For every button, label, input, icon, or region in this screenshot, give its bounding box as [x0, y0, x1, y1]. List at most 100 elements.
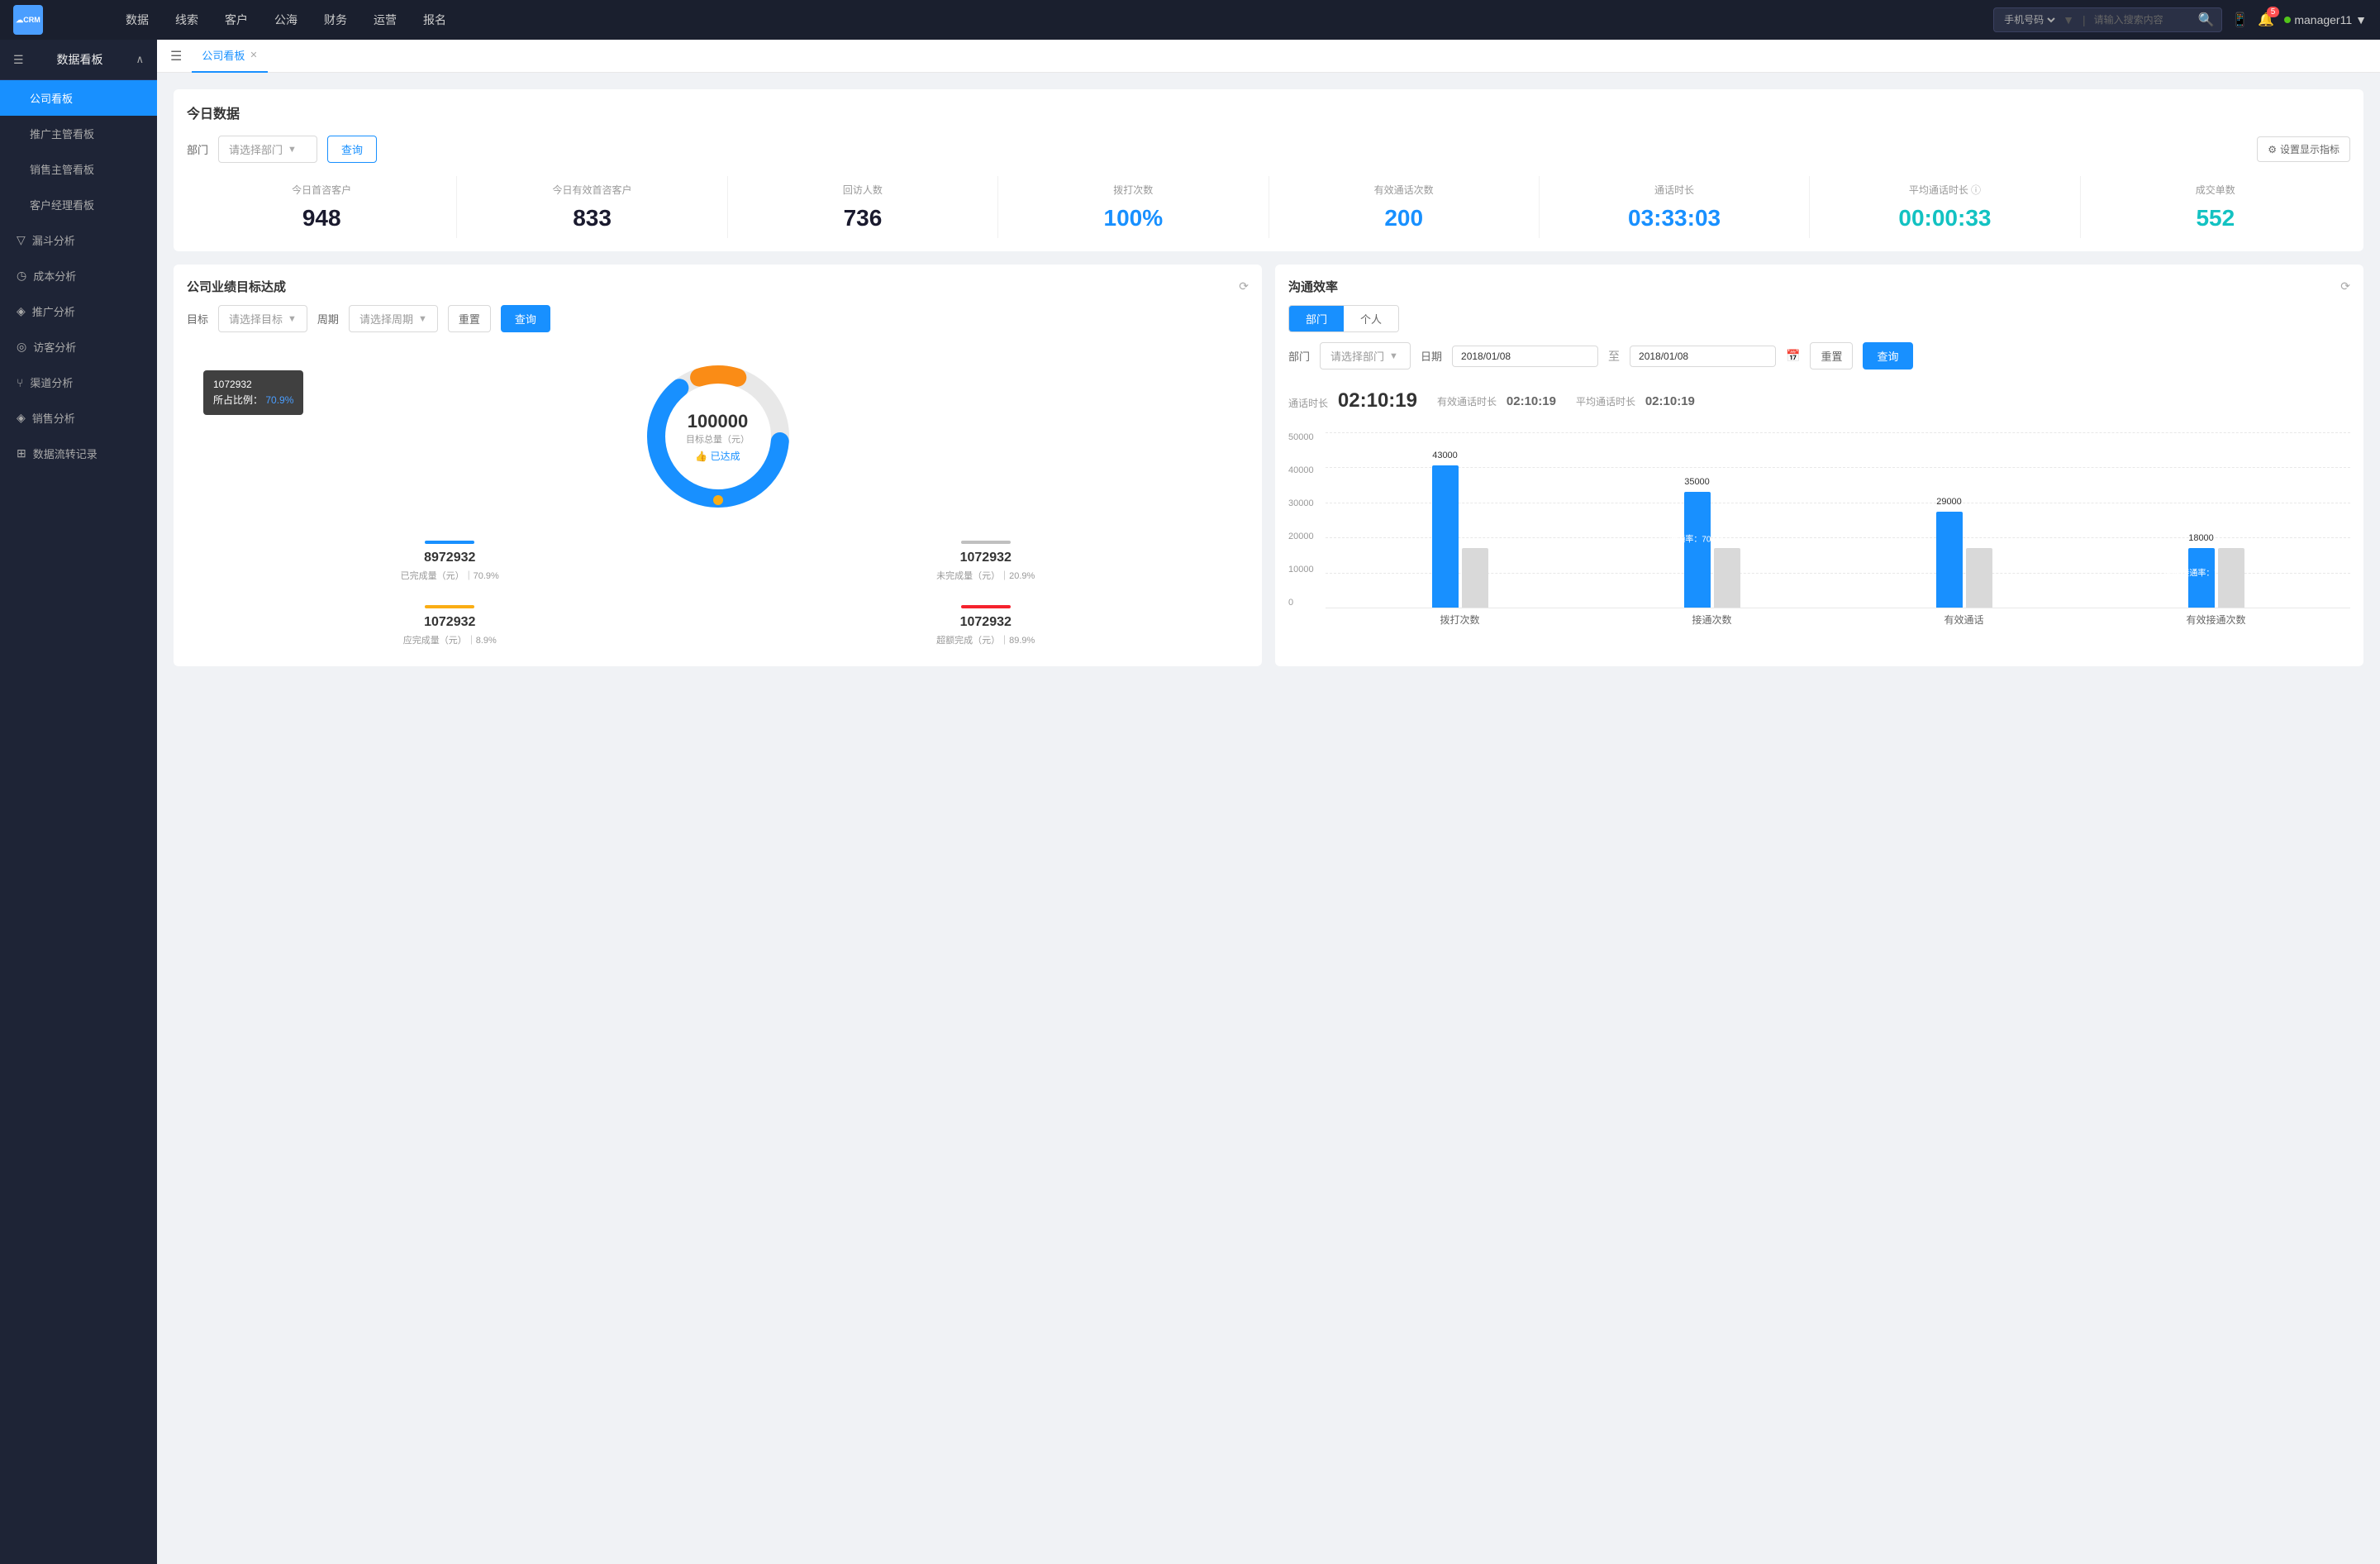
sidebar-item-label: 推广主管看板	[30, 126, 94, 141]
period-label: 周期	[317, 311, 339, 327]
nav-leads[interactable]: 线索	[162, 0, 212, 40]
sidebar-item-data-flow[interactable]: ⊞ 数据流转记录	[0, 436, 157, 471]
bar-group-3: 18000 有效接通率：70.9%	[2090, 432, 2342, 608]
today-section-title: 今日数据	[187, 103, 2350, 122]
nav-data[interactable]: 数据	[112, 0, 162, 40]
comm-date-to[interactable]	[1630, 346, 1776, 367]
nav-finance[interactable]: 财务	[311, 0, 360, 40]
goal-stat-1: 1072932 未完成量（元）｜20.9%	[723, 534, 1250, 589]
stat-label-4: 有效通话次数	[1276, 183, 1532, 197]
stat-item-2: 回访人数 736	[728, 176, 998, 238]
comm-panel-header: 沟通效率 ⟳	[1288, 278, 2350, 295]
sales-icon: ◈	[17, 411, 26, 425]
y-label-2: 20000	[1288, 532, 1326, 541]
search-icon[interactable]: 🔍	[2198, 12, 2215, 28]
nav-right: 手机号码 ▼ | 🔍 📱 🔔 5 manager11 ▼	[1993, 7, 2367, 32]
x-label-3: 有效接通次数	[2090, 613, 2342, 627]
sidebar-collapse-icon[interactable]: ∧	[136, 53, 144, 66]
stat-label-2: 回访人数	[735, 183, 991, 197]
search-input[interactable]	[2094, 14, 2193, 26]
bar-2-1-rect	[1966, 548, 1992, 608]
dept-label: 部门	[187, 141, 208, 157]
sidebar-item-label: 漏斗分析	[32, 232, 75, 248]
sidebar-expand-icon[interactable]: ☰	[13, 53, 24, 67]
stat-value-3: 100%	[1005, 205, 1261, 231]
tooltip-value: 1072932	[213, 377, 293, 393]
comm-dept-label: 部门	[1288, 348, 1310, 364]
sidebar-item-company-board[interactable]: 公司看板	[0, 80, 157, 116]
sidebar-item-label: 数据流转记录	[33, 446, 98, 461]
goal-refresh-icon[interactable]: ⟳	[1239, 279, 1249, 293]
goal-stat-value-3: 1072932	[730, 615, 1243, 630]
sidebar-item-promotion-mgr[interactable]: 推广主管看板	[0, 116, 157, 151]
search-type-select[interactable]: 手机号码	[2001, 13, 2058, 26]
comm-filter-row: 部门 请选择部门 ▼ 日期 至 📅 重置 查询	[1288, 342, 2350, 370]
bar-2-1	[1966, 548, 1992, 608]
comm-query-btn[interactable]: 查询	[1863, 342, 1912, 370]
bar-chart-inner: 50000 40000 30000 20000 10000 0	[1288, 432, 2350, 631]
sidebar-item-sales[interactable]: ◈ 销售分析	[0, 400, 157, 436]
tabs-bar: ☰ 公司看板 ✕	[157, 40, 2380, 73]
goal-query-btn[interactable]: 查询	[501, 305, 550, 332]
x-axis-labels: 拨打次数 接通次数 有效通话 有效接通次数	[1326, 608, 2350, 631]
comm-date-from[interactable]	[1452, 346, 1598, 367]
sidebar-item-channel[interactable]: ⑂ 渠道分析	[0, 365, 157, 400]
username: manager11	[2294, 13, 2352, 26]
logo: ☁CRM	[13, 5, 96, 35]
sidebar-item-visitor[interactable]: ◎ 访客分析	[0, 329, 157, 365]
period-select[interactable]: 请选择周期 ▼	[349, 305, 438, 332]
dept-select[interactable]: 请选择部门 ▼	[218, 136, 317, 163]
sidebar-item-cost[interactable]: ◷ 成本分析	[0, 258, 157, 293]
tooltip-percent-label: 所占比例：	[213, 394, 263, 406]
goal-stat-label-2: 应完成量（元）｜8.9%	[193, 633, 707, 646]
goal-select[interactable]: 请选择目标 ▼	[218, 305, 307, 332]
comm-reset-btn[interactable]: 重置	[1810, 342, 1853, 370]
tab-menu-icon[interactable]: ☰	[170, 48, 182, 64]
sidebar-item-customer-mgr[interactable]: 客户经理看板	[0, 187, 157, 222]
nav-register[interactable]: 报名	[410, 0, 459, 40]
goal-stat-bar-0	[425, 541, 474, 544]
notification-bell[interactable]: 🔔 5	[2258, 12, 2274, 28]
settings-display-btn[interactable]: ⚙ 设置显示指标	[2257, 136, 2350, 162]
tab-close-icon[interactable]: ✕	[250, 50, 257, 60]
sidebar-item-label: 公司看板	[30, 90, 73, 106]
date-separator: 至	[1608, 348, 1620, 365]
goal-stat-bar-2	[425, 605, 474, 608]
today-query-btn[interactable]: 查询	[327, 136, 377, 163]
comm-dept-select[interactable]: 请选择部门 ▼	[1320, 342, 1411, 370]
comm-toggle-group: 部门 个人	[1288, 305, 1399, 332]
stat-label-3: 拨打次数	[1005, 183, 1261, 197]
stat-value-2: 736	[735, 205, 991, 231]
nav-public[interactable]: 公海	[261, 0, 311, 40]
goal-panel: 公司业绩目标达成 ⟳ 目标 请选择目标 ▼ 周期 请选择周期 ▼	[174, 265, 1262, 666]
sidebar-item-label: 销售主管看板	[30, 161, 94, 177]
goal-stat-value-0: 8972932	[193, 551, 707, 565]
bar-1-0: 35000 接通率：70.9%	[1684, 492, 1711, 608]
toggle-dept-btn[interactable]: 部门	[1289, 306, 1344, 331]
sidebar-item-label: 客户经理看板	[30, 197, 94, 212]
data-flow-icon: ⊞	[17, 446, 26, 460]
sidebar-header: ☰ 数据看板 ∧	[0, 40, 157, 80]
sidebar-item-promotion[interactable]: ◈ 推广分析	[0, 293, 157, 329]
device-icon[interactable]: 📱	[2232, 12, 2249, 28]
comm-refresh-icon[interactable]: ⟳	[2340, 279, 2350, 293]
bar-2-0: 29000	[1936, 512, 1963, 608]
comm-stats-row: 通话时长 02:10:19 有效通话时长 02:10:19 平均通话时长 02:…	[1288, 383, 2350, 419]
goal-reset-btn[interactable]: 重置	[448, 305, 491, 332]
sidebar-item-label: 推广分析	[32, 303, 75, 319]
sidebar-item-funnel[interactable]: ▽ 漏斗分析	[0, 222, 157, 258]
nav-customers[interactable]: 客户	[212, 0, 261, 40]
date-calendar-icon[interactable]: 📅	[1786, 349, 1800, 363]
stat-item-7: 成交单数 552	[2081, 176, 2350, 238]
tab-company-board[interactable]: 公司看板 ✕	[192, 40, 267, 73]
content-area: ☰ 公司看板 ✕ 今日数据 部门 请选择部门 ▼ 查询 ⚙	[157, 40, 2380, 1564]
chart-area: 43000	[1326, 432, 2350, 631]
page-content: 今日数据 部门 请选择部门 ▼ 查询 ⚙ 设置显示指标 今日首咨客户	[157, 73, 2380, 1564]
sidebar-item-sales-mgr[interactable]: 销售主管看板	[0, 151, 157, 187]
toggle-personal-btn[interactable]: 个人	[1344, 306, 1398, 331]
nav-ops[interactable]: 运营	[360, 0, 410, 40]
goal-stat-value-1: 1072932	[730, 551, 1243, 565]
stat-value-7: 552	[2087, 205, 2344, 231]
user-info[interactable]: manager11 ▼	[2284, 13, 2367, 26]
notification-badge: 5	[2267, 7, 2280, 17]
